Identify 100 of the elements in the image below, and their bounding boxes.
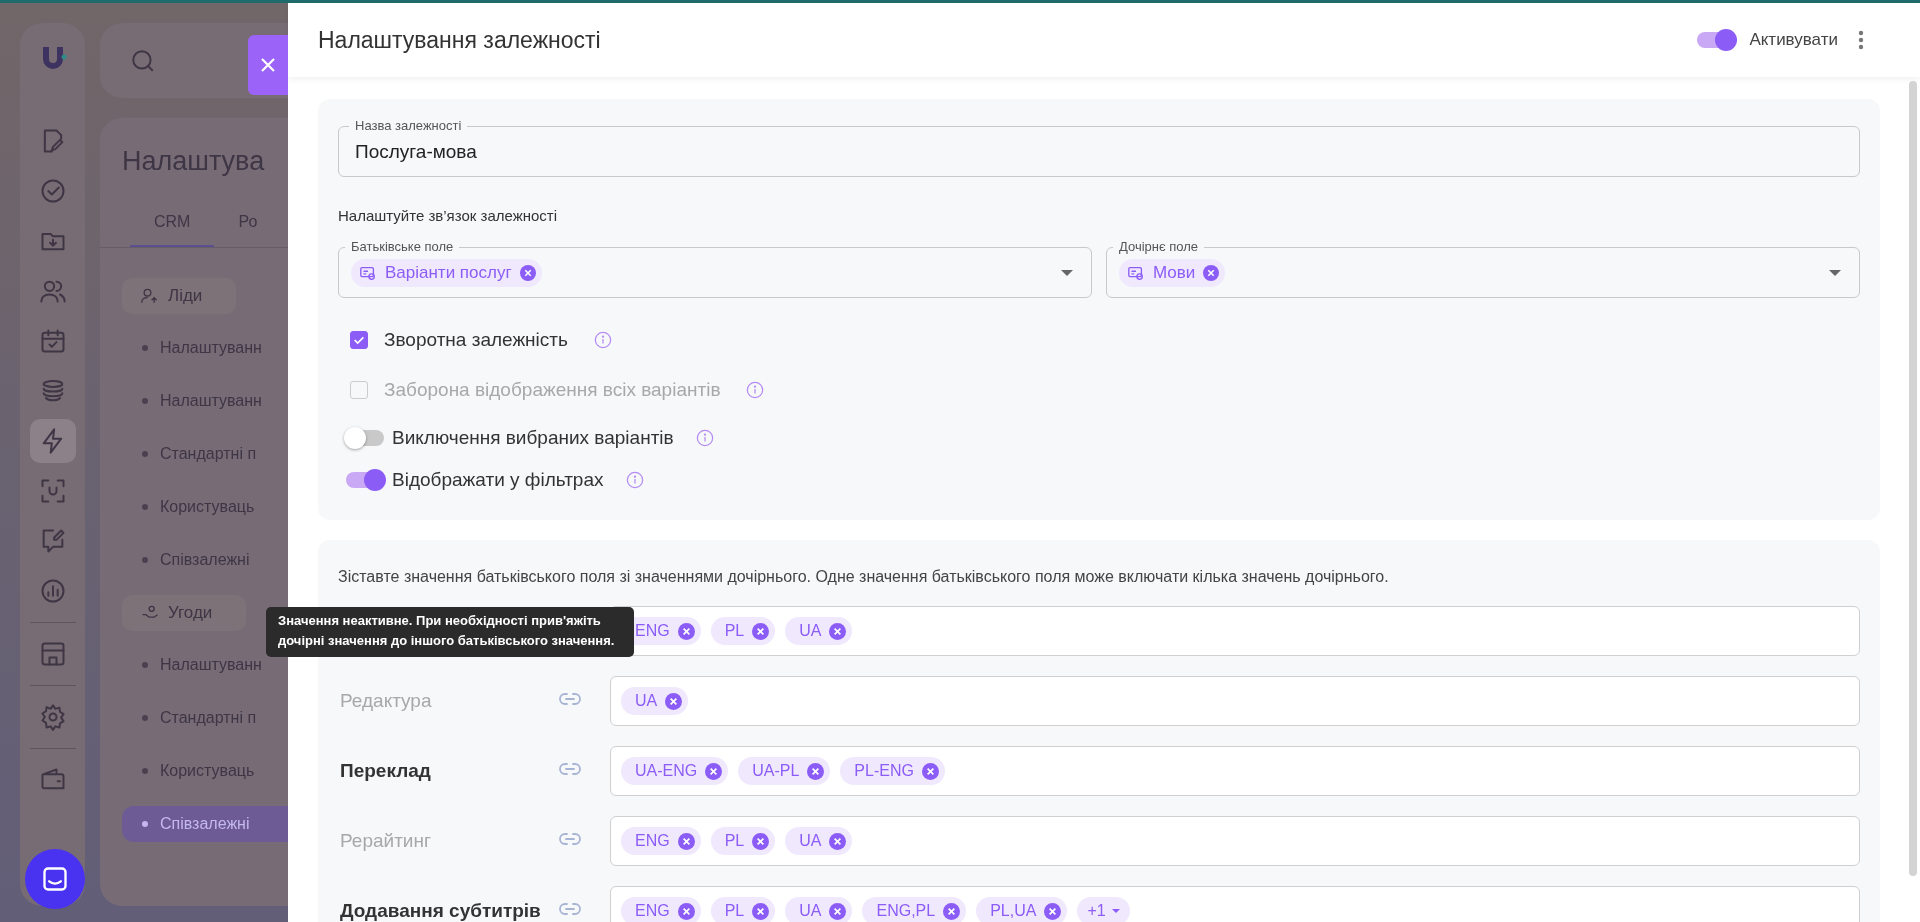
parent-value-label: Додавання субтитрів [340,900,541,921]
menu-item[interactable]: Користуваць [122,489,288,525]
remove-icon[interactable] [829,832,847,850]
section-heading: Налаштуйте зв’язок залежності [338,207,559,224]
parent-value-label: Рерайтинг [340,830,431,851]
child-values-field[interactable]: ENG PL UA ENG,PL PL,UA +1 [610,886,1860,922]
option-label: Заборона відображення всіх варіантів [384,379,721,401]
group-header[interactable]: Угоди [122,595,247,631]
value-tag[interactable]: PL [710,827,776,855]
value-tag[interactable]: PL [710,617,776,645]
child-field-select[interactable]: Дочірнє поле Мови [1106,240,1860,298]
bullet-icon [142,398,148,404]
remove-icon[interactable] [752,622,770,640]
info-icon[interactable] [695,429,714,447]
menu-item-label: Стандартні п [160,709,257,727]
remove-icon[interactable] [807,762,825,780]
remove-icon[interactable] [829,902,847,920]
activate-toggle[interactable] [1697,32,1736,48]
value-tag[interactable]: UA [621,687,689,715]
bullet-icon [142,715,148,721]
child-values-field[interactable]: UA [610,676,1860,726]
remove-icon[interactable] [1203,264,1220,281]
menu-item-label: Налаштуванн [160,392,262,410]
parent-value-label: Переклад [340,760,431,781]
value-tag[interactable]: ENG [621,827,701,855]
more-tags-chip[interactable]: +1 [1077,897,1130,922]
menu-item[interactable]: Користуваць [122,753,288,789]
option-label: Виключення вибраних варіантів [392,427,674,449]
remove-icon[interactable] [677,832,695,850]
parent-value-label: Редактура [340,690,432,711]
menu-item-label: Налаштуванн [160,339,262,357]
menu-item-label: Користуваць [160,762,255,780]
remove-icon[interactable] [943,902,961,920]
parent-field-select[interactable]: Батьківське поле Варіанти послуг [338,240,1092,298]
bullet-icon [142,662,148,668]
remove-icon[interactable] [1044,902,1062,920]
checkbox[interactable] [350,331,368,349]
search-icon [130,47,156,74]
menu-item-label: Налаштуванн [160,656,262,674]
caret-icon [1061,269,1073,276]
option-label: Зворотна залежність [384,329,568,351]
group-header[interactable]: Ліди [122,278,237,314]
bolt-icon[interactable] [29,419,76,463]
option-label: Відображати у фільтрах [392,469,604,491]
remove-icon[interactable] [677,622,695,640]
field-label: Батьківське поле [350,240,455,254]
group-title: Ліди [168,286,203,306]
bullet-icon [142,504,148,510]
field-tag[interactable]: Варіанти послуг [351,258,542,287]
remove-icon[interactable] [705,762,723,780]
tab[interactable]: CRM [130,213,215,247]
menu-item[interactable]: Стандартні п [122,700,288,736]
value-tag[interactable]: ENG [621,897,701,922]
user-icon [140,286,160,306]
menu-item[interactable]: Налаштуванн [122,330,288,366]
tab[interactable]: Ро [214,213,282,247]
child-values-field[interactable]: ENG PL UA [610,816,1860,866]
menu-item[interactable]: Налаштуванн [122,383,288,419]
remove-icon[interactable] [921,762,939,780]
info-icon[interactable] [746,381,765,399]
toggle-switch[interactable] [346,472,384,488]
value-tag[interactable]: UA [785,827,853,855]
remove-icon[interactable] [519,264,536,281]
menu-item-label: Користуваць [160,498,255,516]
value-tag[interactable]: ENG,PL [862,897,967,922]
field-label: Назва залежності [354,119,463,133]
menu-item[interactable]: Співзалежні [122,542,288,578]
remove-icon[interactable] [752,832,770,850]
child-values-field[interactable]: UA-ENG UA-PL PL-ENG [610,746,1860,796]
remove-icon[interactable] [752,902,770,920]
bullet-icon [142,768,148,774]
remove-icon[interactable] [829,622,847,640]
menu-item-label: Співзалежні [160,815,250,833]
scrollbar[interactable] [1909,81,1917,876]
value-tag[interactable]: UA-ENG [621,757,729,785]
field-value: Послуга-мова [355,140,477,163]
menu-item[interactable]: Співзалежні [122,806,288,842]
remove-icon[interactable] [677,902,695,920]
value-tag[interactable]: PL,UA [976,897,1068,922]
menu-item[interactable]: Стандартні п [122,436,288,472]
caret-icon [1829,269,1841,276]
bullet-icon [142,557,148,563]
bullet-icon [142,345,148,351]
value-tag[interactable]: PL [710,897,776,922]
close-button[interactable] [248,35,288,95]
bullet-icon [142,451,148,457]
mapping-description: Зіставте значення батьківського поля зі значеннями дочірнього. Одне значення батьківського поля може включати кілька значень дочірнього. [338,568,1390,586]
value-tag[interactable]: UA [785,897,853,922]
remove-icon[interactable] [665,692,683,710]
menu-item-label: Стандартні п [160,445,257,463]
value-tag[interactable]: UA [785,617,853,645]
group-title: Угоди [168,603,213,623]
toggle-switch[interactable] [346,430,384,446]
name-field[interactable]: Назва залежності Послуга-мова [338,119,1860,177]
info-icon[interactable] [625,471,644,489]
info-icon[interactable] [593,331,612,349]
value-tag[interactable]: UA-PL [738,757,831,785]
more-icon[interactable] [1858,30,1864,50]
value-tag[interactable]: PL-ENG [840,757,945,785]
field-tag[interactable]: Мови [1119,258,1226,287]
